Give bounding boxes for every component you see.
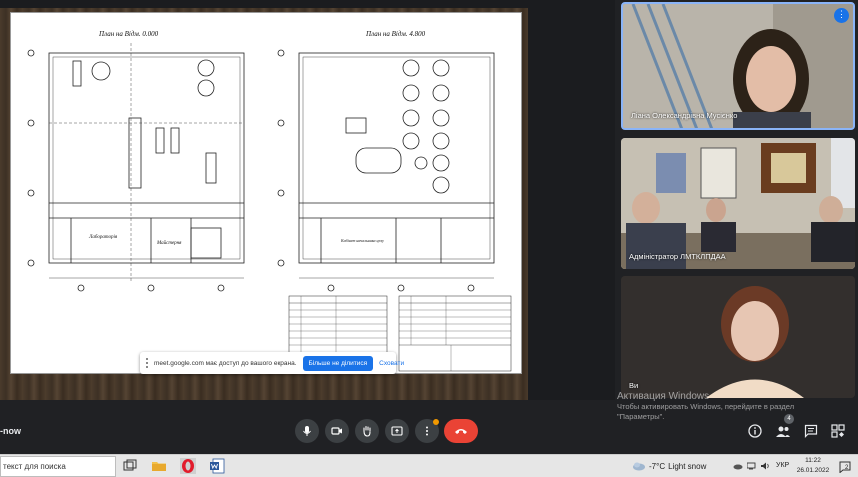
meeting-info-button[interactable] (747, 423, 763, 439)
room-label: Майстерня (157, 241, 182, 246)
more-vert-icon (426, 426, 428, 436)
weather-widget[interactable]: -7°C Light snow (632, 461, 706, 471)
plan-title-left: План на Відм. 0.000 (99, 30, 159, 38)
participant-name: Адміністратор ЛМТКЛПДАА (629, 252, 726, 261)
stop-sharing-button[interactable]: Більше не ділитися (302, 355, 374, 371)
input-language[interactable]: УКР (776, 462, 789, 469)
people-icon (776, 426, 790, 437)
snow-cloud-icon (633, 462, 645, 471)
microphone-button[interactable] (295, 419, 319, 443)
share-notice-text: meet.google.com має доступ до вашого екр… (154, 359, 297, 367)
activation-title: Активация Windows (617, 391, 710, 402)
drag-handle-icon[interactable] (146, 358, 148, 368)
activities-button[interactable] (830, 423, 846, 439)
opera-browser-icon[interactable] (180, 458, 196, 474)
taskbar-clock[interactable]: 11:22 26.01.2022 (795, 456, 831, 476)
meet-window: План на Відм. 0.000 План на Відм. 4.800 … (0, 0, 858, 477)
chat-button[interactable] (803, 423, 819, 439)
clock-time: 11:22 (805, 457, 821, 464)
cloud-icon[interactable] (733, 462, 743, 470)
participant-name: Ви (629, 381, 639, 390)
end-call-button[interactable] (444, 419, 478, 443)
phone-hangup-icon (455, 429, 467, 434)
notification-dot (433, 419, 439, 425)
participant-name: Ліана Олександрівна Мусієнко (631, 111, 738, 120)
people-count-badge: 4 (784, 414, 794, 424)
more-options-icon[interactable]: ⋮ (834, 8, 849, 23)
participant-tile[interactable]: Адміністратор ЛМТКЛПДАА (621, 138, 855, 269)
camera-button[interactable] (325, 419, 349, 443)
weather-description: Light snow (668, 461, 707, 471)
chat-icon (804, 424, 818, 438)
participant-tile-speaker[interactable]: ⋮ Ліана Олександрівна Мусієнко (621, 2, 855, 130)
task-view-icon[interactable] (122, 458, 138, 474)
microphone-icon (303, 426, 311, 436)
camera-icon (331, 427, 342, 435)
participant-video (621, 276, 855, 398)
presentation-area: План на Відм. 0.000 План на Відм. 4.800 … (0, 0, 615, 400)
more-options-button[interactable] (415, 419, 439, 443)
activities-icon (831, 424, 845, 438)
present-screen-button[interactable] (385, 419, 409, 443)
weather-temperature: -7°C (649, 461, 666, 471)
info-icon (748, 424, 762, 438)
participant-video (621, 138, 855, 269)
floor-plan-lines (27, 43, 512, 372)
network-icon[interactable] (747, 462, 757, 470)
word-icon[interactable] (209, 458, 225, 474)
hide-notice-button[interactable]: Сховати (379, 360, 404, 367)
present-icon (391, 426, 403, 436)
room-label: Лабораторія (89, 235, 118, 240)
hand-icon (363, 425, 371, 437)
raise-hand-button[interactable] (355, 419, 379, 443)
clock-date: 26.01.2022 (796, 467, 830, 474)
meeting-controls: -now (0, 410, 858, 452)
taskbar-search-input[interactable]: текст для поиска (0, 456, 116, 477)
floor-plan-drawing: План на Відм. 0.000 План на Відм. 4.800 … (10, 12, 522, 374)
screen-share-notice: meet.google.com має доступ до вашого екр… (140, 352, 404, 374)
notification-count: 2 (845, 465, 849, 471)
notification-center-button[interactable]: 2 (839, 460, 851, 474)
windows-taskbar: текст для поиска -7°C Light snow УКР 11:… (0, 454, 858, 477)
volume-icon[interactable] (761, 462, 771, 470)
participant-tile-self[interactable]: Ви (621, 276, 855, 398)
plan-title-right: План на Відм. 4.800 (366, 30, 426, 38)
meeting-code: -now (0, 426, 21, 436)
people-button[interactable] (775, 423, 791, 439)
file-explorer-icon[interactable] (151, 458, 167, 474)
room-label: Кабінет начальника цеху (341, 238, 384, 243)
